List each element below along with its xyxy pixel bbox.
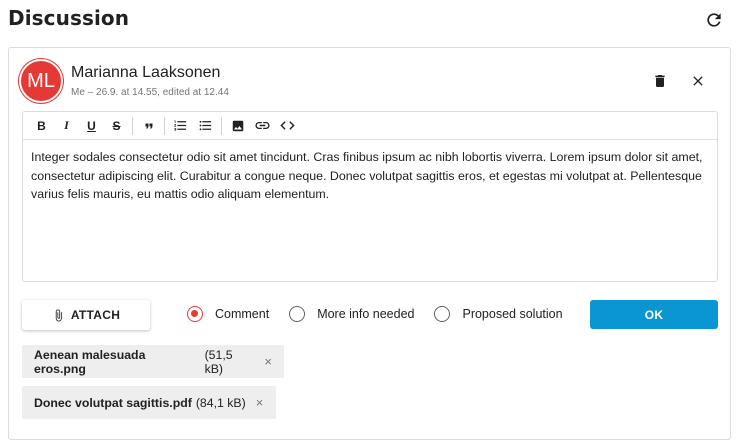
- insert-image-button[interactable]: [225, 114, 250, 138]
- image-icon: [232, 120, 243, 131]
- numbered-list-icon: [174, 120, 187, 131]
- radio-label: More info needed: [317, 307, 415, 321]
- bulleted-list-icon: [199, 120, 212, 131]
- attach-button[interactable]: ATTACH: [22, 300, 150, 330]
- comment-card: ML Marianna Laaksonen Me – 26.9. at 14.5…: [8, 47, 731, 440]
- rich-text-editor: B I U S Integer sodales consectetur odio…: [22, 111, 718, 282]
- attachment-size: (84,1 kB): [195, 395, 246, 410]
- italic-button[interactable]: I: [54, 114, 79, 138]
- underline-button[interactable]: U: [79, 114, 104, 138]
- editor-toolbar: B I U S: [23, 112, 717, 140]
- code-button[interactable]: [275, 114, 300, 138]
- author-name: Marianna Laaksonen: [71, 64, 221, 81]
- editor-content[interactable]: Integer sodales consectetur odio sit ame…: [23, 140, 717, 212]
- attachment-chip: Aenean malesuada eros.png (51,5 kB) ×: [22, 345, 284, 378]
- blockquote-button[interactable]: [136, 114, 161, 138]
- strikethrough-button[interactable]: S: [104, 114, 129, 138]
- numbered-list-button[interactable]: [168, 114, 193, 138]
- insert-link-button[interactable]: [250, 114, 275, 138]
- attach-label: ATTACH: [70, 308, 121, 322]
- avatar: ML: [19, 59, 63, 103]
- radio-comment[interactable]: Comment: [187, 306, 269, 322]
- bold-button[interactable]: B: [29, 114, 54, 138]
- attachment-name[interactable]: Aenean malesuada eros.png: [34, 348, 201, 376]
- ok-button[interactable]: OK: [590, 300, 718, 329]
- toolbar-divider: [164, 116, 165, 135]
- toolbar-divider: [132, 116, 133, 135]
- trash-icon[interactable]: [649, 70, 671, 92]
- attachment-chip: Donec volutpat sagittis.pdf (84,1 kB) ×: [22, 386, 276, 419]
- quote-icon: [145, 123, 152, 128]
- radio-more-info-needed[interactable]: More info needed: [289, 306, 414, 322]
- close-icon[interactable]: [687, 70, 709, 92]
- bulleted-list-button[interactable]: [193, 114, 218, 138]
- radio-circle: [187, 306, 203, 322]
- remove-attachment-icon[interactable]: ×: [256, 395, 264, 410]
- remove-attachment-icon[interactable]: ×: [264, 354, 272, 369]
- radio-circle: [289, 306, 306, 322]
- refresh-icon[interactable]: [704, 10, 724, 30]
- discussion-header: Discussion: [8, 4, 726, 34]
- link-icon: [255, 121, 270, 130]
- toolbar-divider: [221, 116, 222, 135]
- paperclip-icon: [55, 309, 62, 321]
- comment-meta: Me – 26.9. at 14.55, edited at 12.44: [71, 87, 229, 98]
- attachment-size: (51,5 kB): [204, 347, 233, 376]
- comment-type-group: Comment More info needed Proposed soluti…: [187, 306, 583, 322]
- attachment-name[interactable]: Donec volutpat sagittis.pdf: [34, 396, 192, 410]
- page-title: Discussion: [8, 6, 130, 30]
- radio-circle: [434, 306, 451, 322]
- radio-label: Comment: [215, 307, 270, 321]
- radio-proposed-solution[interactable]: Proposed solution: [434, 306, 563, 322]
- radio-label: Proposed solution: [462, 307, 563, 321]
- code-icon: [280, 121, 295, 130]
